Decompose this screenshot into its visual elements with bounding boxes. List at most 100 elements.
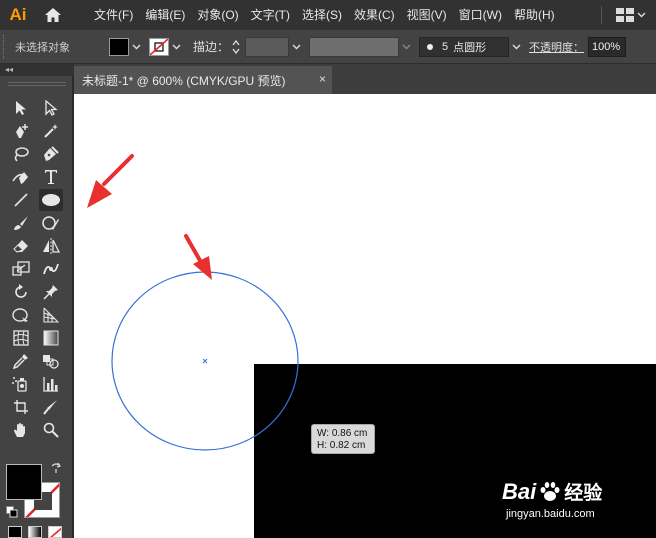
workspace-switcher[interactable] bbox=[616, 8, 646, 22]
opacity-input[interactable]: 100% bbox=[588, 36, 627, 57]
lasso-tool[interactable] bbox=[9, 143, 33, 165]
puppet-warp-tool[interactable] bbox=[39, 258, 63, 280]
pen-nib-icon bbox=[44, 146, 59, 161]
free-transform-tool[interactable] bbox=[9, 304, 33, 326]
round-brush-icon bbox=[427, 43, 434, 50]
column-graph-tool[interactable] bbox=[39, 373, 63, 395]
tool-annotation-arrow bbox=[87, 154, 134, 208]
line-segment-tool[interactable] bbox=[9, 189, 33, 211]
gradient-mode-button[interactable] bbox=[28, 526, 42, 538]
gradient-tool[interactable] bbox=[39, 327, 63, 349]
shaper-tool[interactable] bbox=[39, 212, 63, 234]
home-button[interactable] bbox=[38, 0, 68, 30]
menu-select[interactable]: 选择(S) bbox=[296, 0, 348, 30]
menu-help[interactable]: 帮助(H) bbox=[508, 0, 561, 30]
selection-tool[interactable] bbox=[9, 97, 33, 119]
watermark-url: jingyan.baidu.com bbox=[506, 508, 595, 520]
eyedropper-tool[interactable] bbox=[9, 350, 33, 372]
reflect-tool[interactable] bbox=[39, 235, 63, 257]
lasso-icon bbox=[14, 147, 29, 162]
artboard-icon bbox=[14, 400, 28, 414]
tools-panel bbox=[0, 76, 74, 538]
control-bar-grip[interactable] bbox=[3, 34, 11, 59]
mesh-icon bbox=[13, 330, 29, 346]
menu-view[interactable]: 视图(V) bbox=[401, 0, 453, 30]
none-mode-button[interactable] bbox=[48, 526, 62, 538]
workspace-grid-icon bbox=[616, 8, 634, 22]
ellipse-icon bbox=[42, 194, 60, 206]
eraser-tool[interactable] bbox=[9, 235, 33, 257]
tooltip-width: W: 0.86 cm bbox=[317, 428, 368, 439]
fill-color-box[interactable] bbox=[6, 464, 42, 500]
profile-dropdown[interactable] bbox=[399, 38, 413, 56]
stroke-weight-input[interactable] bbox=[245, 36, 290, 57]
perspective-grid-tool[interactable] bbox=[39, 304, 63, 326]
tools-panel-grip[interactable] bbox=[8, 82, 66, 86]
watermark-logo: Bai bbox=[502, 478, 537, 504]
opacity-label[interactable]: 不透明度： bbox=[529, 39, 584, 55]
brush-size: 5 bbox=[442, 40, 449, 53]
document-tab[interactable]: 未标题-1* @ 600% (CMYK/GPU 预览) × bbox=[74, 66, 332, 94]
symbol-sprayer-tool[interactable] bbox=[9, 373, 33, 395]
stroke-dropdown[interactable] bbox=[169, 38, 183, 56]
fill-swatch[interactable] bbox=[109, 37, 129, 56]
selection-arrow-icon bbox=[16, 101, 26, 115]
swap-fill-stroke-icon[interactable] bbox=[50, 462, 62, 474]
default-colors-icon[interactable] bbox=[6, 506, 18, 518]
chevron-down-icon bbox=[292, 44, 301, 49]
type-t-icon bbox=[45, 170, 57, 184]
control-bar: 未选择对象 描边： 5 点圆形 不透明度： 100% bbox=[0, 30, 656, 64]
eyedropper-icon bbox=[13, 354, 28, 369]
fill-dropdown[interactable] bbox=[129, 38, 143, 56]
blend-tool[interactable] bbox=[39, 350, 63, 372]
hand-tool[interactable] bbox=[9, 419, 33, 441]
pin-tool[interactable] bbox=[39, 281, 63, 303]
line-segment-icon bbox=[14, 193, 28, 207]
ellipse-tool[interactable] bbox=[39, 189, 63, 211]
zoom-tool[interactable] bbox=[39, 419, 63, 441]
blend-icon bbox=[43, 355, 59, 369]
direct-selection-tool[interactable] bbox=[39, 97, 63, 119]
rotate-tool[interactable] bbox=[9, 281, 33, 303]
stroke-weight-stepper[interactable] bbox=[229, 38, 243, 56]
rotate-icon bbox=[15, 284, 27, 298]
close-icon[interactable]: × bbox=[319, 72, 326, 86]
direct-selection-arrow-icon bbox=[45, 100, 58, 116]
artboard-tool[interactable] bbox=[9, 396, 33, 418]
scale-icon bbox=[12, 261, 30, 276]
menu-object[interactable]: 对象(O) bbox=[191, 0, 244, 30]
zoom-magnifier-icon bbox=[43, 422, 59, 438]
curvature-pen-tool[interactable] bbox=[9, 120, 33, 142]
anchor-point-tool[interactable] bbox=[9, 166, 33, 188]
variable-width-profile[interactable] bbox=[309, 36, 400, 57]
mesh-tool[interactable] bbox=[9, 327, 33, 349]
stroke-label: 描边： bbox=[193, 40, 230, 54]
slice-tool[interactable] bbox=[39, 396, 63, 418]
magic-wand-tool[interactable] bbox=[39, 120, 63, 142]
menu-edit[interactable]: 编辑(E) bbox=[139, 0, 191, 30]
menu-effect[interactable]: 效果(C) bbox=[348, 0, 401, 30]
type-tool[interactable] bbox=[39, 166, 63, 188]
brush-definition[interactable]: 5 点圆形 bbox=[419, 36, 510, 57]
artboard-canvas[interactable]: W: 0.86 cm H: 0.82 cm Bai 经验 jingyan.bai… bbox=[74, 94, 656, 538]
pen-tool[interactable] bbox=[39, 143, 63, 165]
collapse-panel-icon[interactable]: ◂◂ bbox=[5, 64, 13, 76]
canvas-overlay bbox=[111, 234, 299, 451]
paintbrush-tool[interactable] bbox=[9, 212, 33, 234]
tools-panel-header: ◂◂ bbox=[0, 64, 74, 76]
color-mode-button[interactable] bbox=[8, 526, 22, 538]
menu-type[interactable]: 文字(T) bbox=[245, 0, 296, 30]
stepper-arrows-icon bbox=[232, 39, 240, 54]
stroke-swatch[interactable] bbox=[149, 37, 169, 56]
menu-bar: Ai 文件(F) 编辑(E) 对象(O) 文字(T) 选择(S) 效果(C) 视… bbox=[0, 0, 656, 30]
scale-tool[interactable] bbox=[9, 258, 33, 280]
fill-stroke-control bbox=[4, 462, 64, 522]
warp-icon bbox=[43, 263, 59, 275]
menu-file[interactable]: 文件(F) bbox=[88, 0, 139, 30]
stroke-weight-dropdown[interactable] bbox=[289, 38, 303, 56]
menu-window[interactable]: 窗口(W) bbox=[453, 0, 508, 30]
baidu-watermark: Bai 经验 jingyan.baidu.com bbox=[502, 478, 652, 534]
brush-dropdown[interactable] bbox=[509, 38, 523, 56]
magic-wand-icon bbox=[44, 124, 58, 138]
ellipse-center-mark bbox=[202, 358, 208, 364]
